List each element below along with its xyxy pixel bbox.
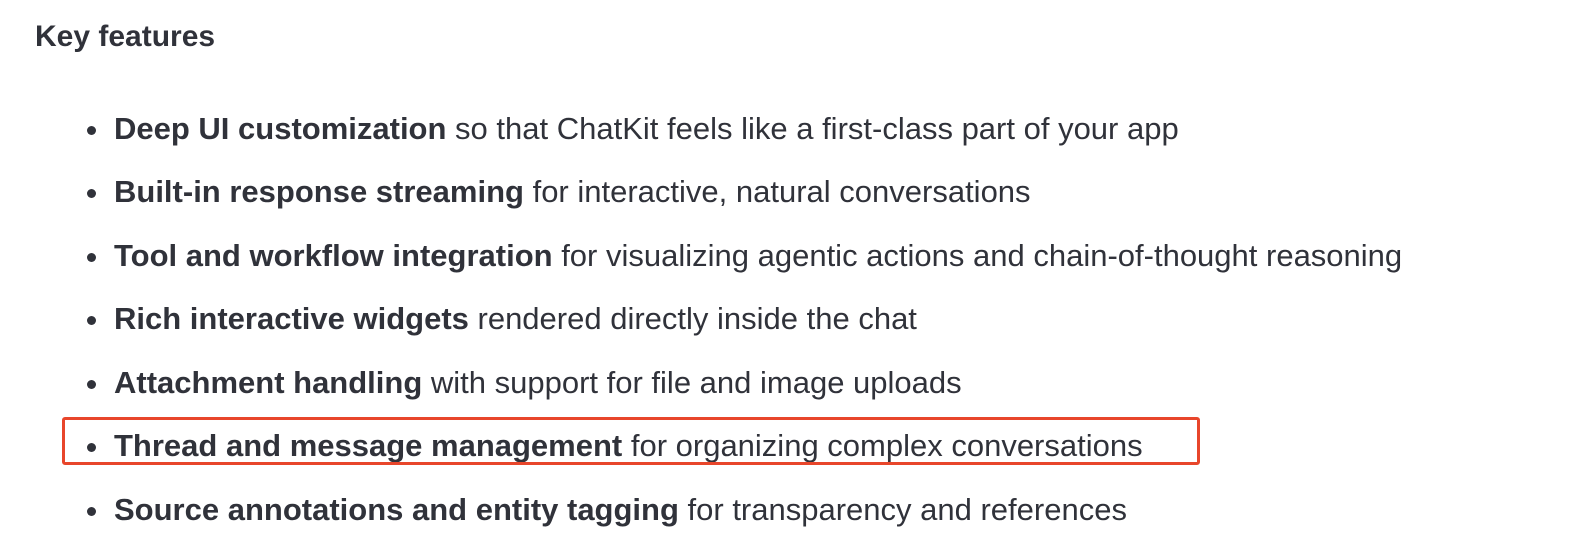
feature-item-tool-workflow-integration: Tool and workflow integration for visual… [0,225,1560,289]
feature-description: with support for file and image uploads [422,364,962,400]
feature-title: Deep UI customization [114,110,447,146]
feature-item-source-annotations: Source annotations and entity tagging fo… [0,479,1560,543]
feature-title: Thread and message management [114,428,623,464]
feature-description: for organizing complex conversations [622,428,1143,464]
bullet-icon [87,379,96,389]
feature-description: rendered directly inside the chat [468,301,917,337]
bullet-icon [87,506,96,516]
feature-title: Rich interactive widgets [114,301,469,337]
feature-description: for visualizing agentic actions and chai… [552,237,1403,273]
bullet-icon [87,125,96,135]
feature-text: Built-in response streaming for interact… [114,172,1031,212]
feature-title: Built-in response streaming [114,174,524,210]
feature-item-attachment-handling: Attachment handling with support for fil… [0,352,1560,416]
bullet-icon [87,443,96,453]
feature-title: Source annotations and entity tagging [114,491,679,527]
bullet-icon [87,252,96,262]
feature-text: Rich interactive widgets rendered direct… [114,299,917,339]
feature-item-thread-message-management: Thread and message management for organi… [0,416,1560,480]
feature-title: Tool and workflow integration [114,237,553,273]
feature-description: for transparency and references [678,491,1127,527]
section-heading: Key features [35,20,216,53]
bullet-icon [87,316,96,326]
feature-text: Source annotations and entity tagging fo… [114,490,1127,530]
feature-item-interactive-widgets: Rich interactive widgets rendered direct… [0,289,1560,353]
feature-description: so that ChatKit feels like a first-class… [446,110,1179,146]
feature-text: Thread and message management for organi… [114,426,1143,466]
feature-text: Attachment handling with support for fil… [114,363,962,403]
feature-title: Attachment handling [114,364,423,400]
key-features-list: Deep UI customization so that ChatKit fe… [0,98,1560,543]
feature-item-deep-ui-customization: Deep UI customization so that ChatKit fe… [0,98,1560,162]
feature-item-response-streaming: Built-in response streaming for interact… [0,162,1560,226]
feature-text: Deep UI customization so that ChatKit fe… [114,109,1179,149]
bullet-icon [87,189,96,199]
feature-description: for interactive, natural conversations [523,174,1031,210]
feature-text: Tool and workflow integration for visual… [114,236,1402,276]
